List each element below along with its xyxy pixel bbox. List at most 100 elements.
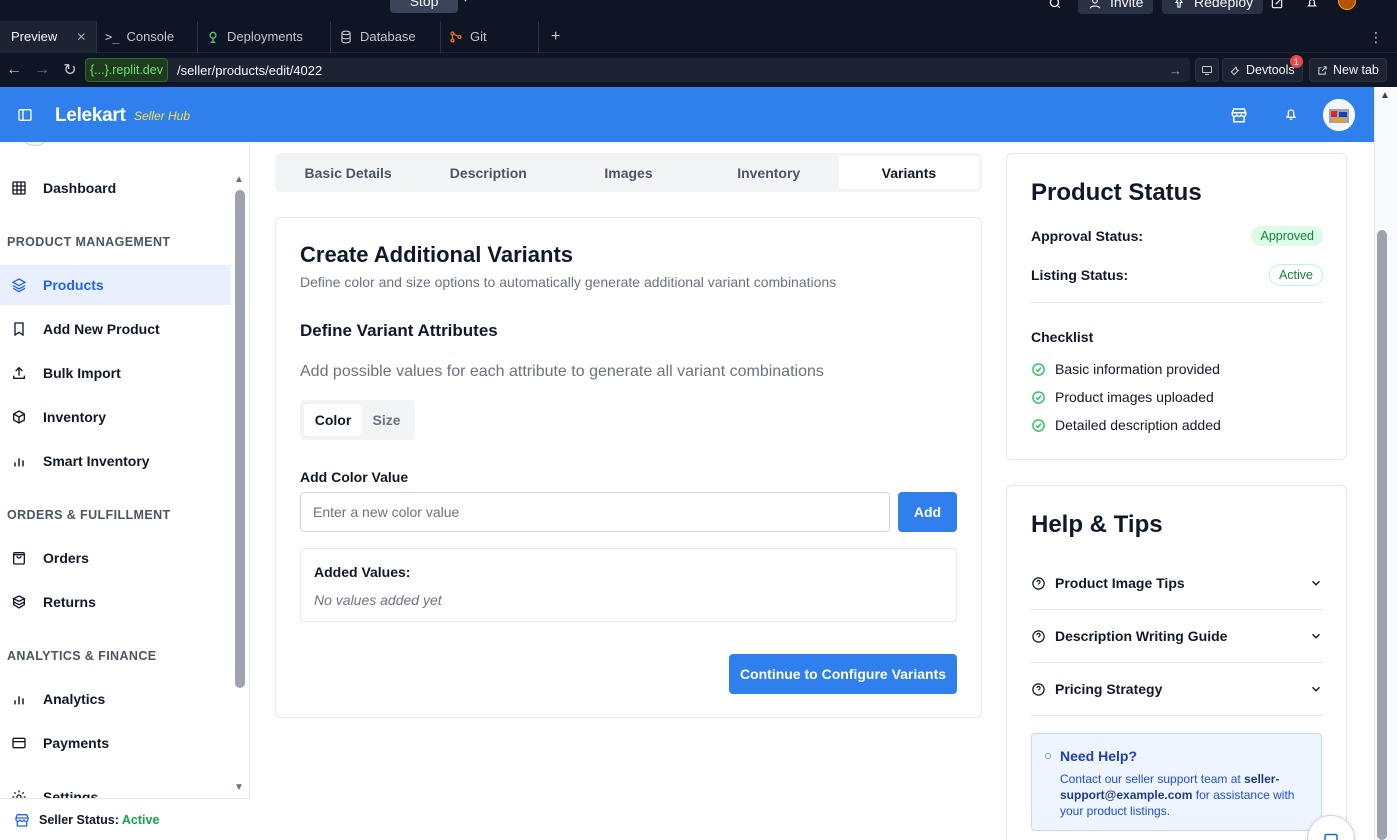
tab-description[interactable]: Description (418, 156, 558, 189)
devtools-button[interactable]: Devtools 1 (1222, 55, 1303, 82)
section-heading: ORDERS & FULFILLMENT (7, 508, 171, 522)
forward-arrow-icon[interactable]: → (28, 53, 56, 87)
url-field[interactable]: {...}.replit.dev /seller/products/edit/4… (85, 58, 1190, 82)
scroll-down-icon[interactable]: ▼ (234, 782, 244, 793)
added-values-box: Added Values: No values added yet (300, 548, 957, 622)
store-icon (15, 813, 29, 827)
chevron-down-icon[interactable]: ▾ (463, 0, 468, 5)
status-badge: Active (1268, 264, 1323, 286)
go-arrow-icon[interactable]: → (1169, 63, 1182, 78)
tab-variants[interactable]: Variants (838, 156, 980, 189)
sidebar-item-label: Dashboard (43, 180, 117, 196)
need-help-text-pre: Contact our seller support team at (1060, 772, 1245, 786)
search-icon[interactable] (1048, 0, 1062, 14)
url-domain: {...}.replit.dev (85, 58, 168, 82)
sidebar-item-payments[interactable]: Payments (0, 723, 231, 763)
help-title: Help & Tips (1031, 511, 1163, 538)
sidebar-item-label: Returns (43, 594, 96, 610)
new-tab-button[interactable]: New tab (1309, 58, 1387, 82)
accordion-label: Description Writing Guide (1055, 628, 1228, 644)
scroll-up-icon[interactable]: ▲ (1380, 90, 1390, 101)
tab-deployments[interactable]: Deployments (198, 20, 331, 53)
product-edit-tabs: Basic Details Description Images Invento… (275, 153, 982, 192)
need-help-text: Contact our seller support team at selle… (1060, 771, 1310, 819)
tab-label: Deployments (227, 29, 303, 44)
section-heading: ANALYTICS & FINANCE (7, 649, 157, 663)
deployments-icon (209, 31, 217, 43)
sidebar-item-label: Inventory (43, 409, 107, 425)
tab-console[interactable]: >_ Console (97, 20, 198, 53)
page-title: Create Additional Variants (300, 242, 574, 267)
database-icon (341, 30, 351, 43)
close-icon[interactable]: ✕ (76, 30, 86, 44)
new-tab-plus-icon[interactable]: + (551, 28, 560, 46)
sidebar-item-label: Smart Inventory (43, 453, 150, 469)
info-dot-icon (1045, 753, 1051, 759)
invite-button[interactable]: Invite (1078, 0, 1154, 14)
redeploy-button[interactable]: Redeploy (1162, 0, 1264, 14)
upload-icon (13, 366, 25, 379)
external-link-icon[interactable] (1270, 0, 1284, 14)
chevron-down-icon (1312, 580, 1320, 586)
device-icon[interactable] (1195, 58, 1219, 82)
reload-icon[interactable]: ↻ (56, 53, 84, 87)
bell-icon[interactable] (1305, 0, 1319, 14)
user-icon (1089, 0, 1101, 9)
user-avatar[interactable] (1338, 0, 1356, 14)
tab-inventory[interactable]: Inventory (699, 156, 839, 189)
accordion-description-writing-guide[interactable]: Description Writing Guide (1031, 610, 1323, 663)
sidebar-item-add-new-product[interactable]: Add New Product (0, 309, 231, 349)
accordion-label: Pricing Strategy (1055, 681, 1163, 697)
continue-button[interactable]: Continue to Configure Variants (729, 654, 957, 694)
sidebar-item-dashboard[interactable]: Dashboard (0, 168, 231, 208)
tab-preview[interactable]: Preview ✕ (0, 20, 97, 53)
add-value-button[interactable]: Add (898, 492, 957, 532)
color-value-input[interactable] (300, 492, 890, 532)
wrench-icon (1230, 66, 1240, 75)
invite-label: Invite (1110, 0, 1144, 10)
notification-badge: 1 (1289, 55, 1303, 68)
sidebar-item-inventory[interactable]: Inventory (0, 397, 231, 437)
brand-logo[interactable]: Lelekart (55, 105, 126, 127)
tab-basic-details[interactable]: Basic Details (278, 156, 418, 189)
more-vertical-icon[interactable]: ⋮ (1369, 29, 1383, 46)
sidebar-toggle-icon[interactable] (17, 107, 33, 123)
tab-label: Database (360, 29, 416, 44)
approval-label: Approval Status: (1031, 228, 1144, 244)
added-values-title: Added Values: (314, 564, 411, 580)
tab-images[interactable]: Images (558, 156, 698, 189)
store-icon[interactable] (1230, 106, 1248, 124)
added-values-empty: No values added yet (314, 592, 442, 608)
sidebar-item-smart-inventory[interactable]: Smart Inventory (0, 441, 231, 481)
stop-label: Stop (409, 0, 439, 9)
rocket-icon (1175, 0, 1183, 8)
page-scroll-thumb[interactable] (1377, 230, 1387, 840)
bell-icon[interactable] (1283, 106, 1299, 122)
attribute-color-button[interactable]: Color (304, 404, 362, 436)
terminal-icon: >_ (105, 29, 120, 44)
stop-button[interactable]: Stop (390, 0, 458, 13)
sidebar-item-orders[interactable]: Orders (0, 538, 231, 578)
avatar[interactable] (1323, 99, 1355, 131)
layers-icon (11, 278, 27, 293)
tab-git[interactable]: Git (441, 20, 539, 53)
accordion-pricing-strategy[interactable]: Pricing Strategy (1031, 663, 1323, 716)
checklist-item: Basic information provided (1031, 361, 1220, 377)
back-arrow-icon[interactable]: ← (0, 53, 28, 87)
external-link-icon (1318, 65, 1327, 75)
scroll-up-icon[interactable]: ▲ (234, 174, 244, 185)
accordion-product-image-tips[interactable]: Product Image Tips (1031, 557, 1323, 610)
sidebar-item-bulk-import[interactable]: Bulk Import (0, 353, 231, 393)
sidebar-item-analytics[interactable]: Analytics (0, 679, 231, 719)
checklist-title: Checklist (1031, 329, 1094, 345)
sidebar-scroll-thumb[interactable] (235, 190, 245, 688)
attribute-size-button[interactable]: Size (362, 404, 411, 436)
sidebar-item-returns[interactable]: Returns (0, 582, 231, 622)
box-icon (13, 410, 25, 424)
chat-icon (1324, 833, 1338, 840)
bar-chart-icon (14, 696, 24, 705)
need-help-title: Need Help? (1060, 748, 1138, 764)
sidebar-item-products[interactable]: Products (0, 265, 231, 305)
brand-subtitle: Seller Hub (134, 109, 191, 123)
tab-database[interactable]: Database (331, 20, 441, 53)
